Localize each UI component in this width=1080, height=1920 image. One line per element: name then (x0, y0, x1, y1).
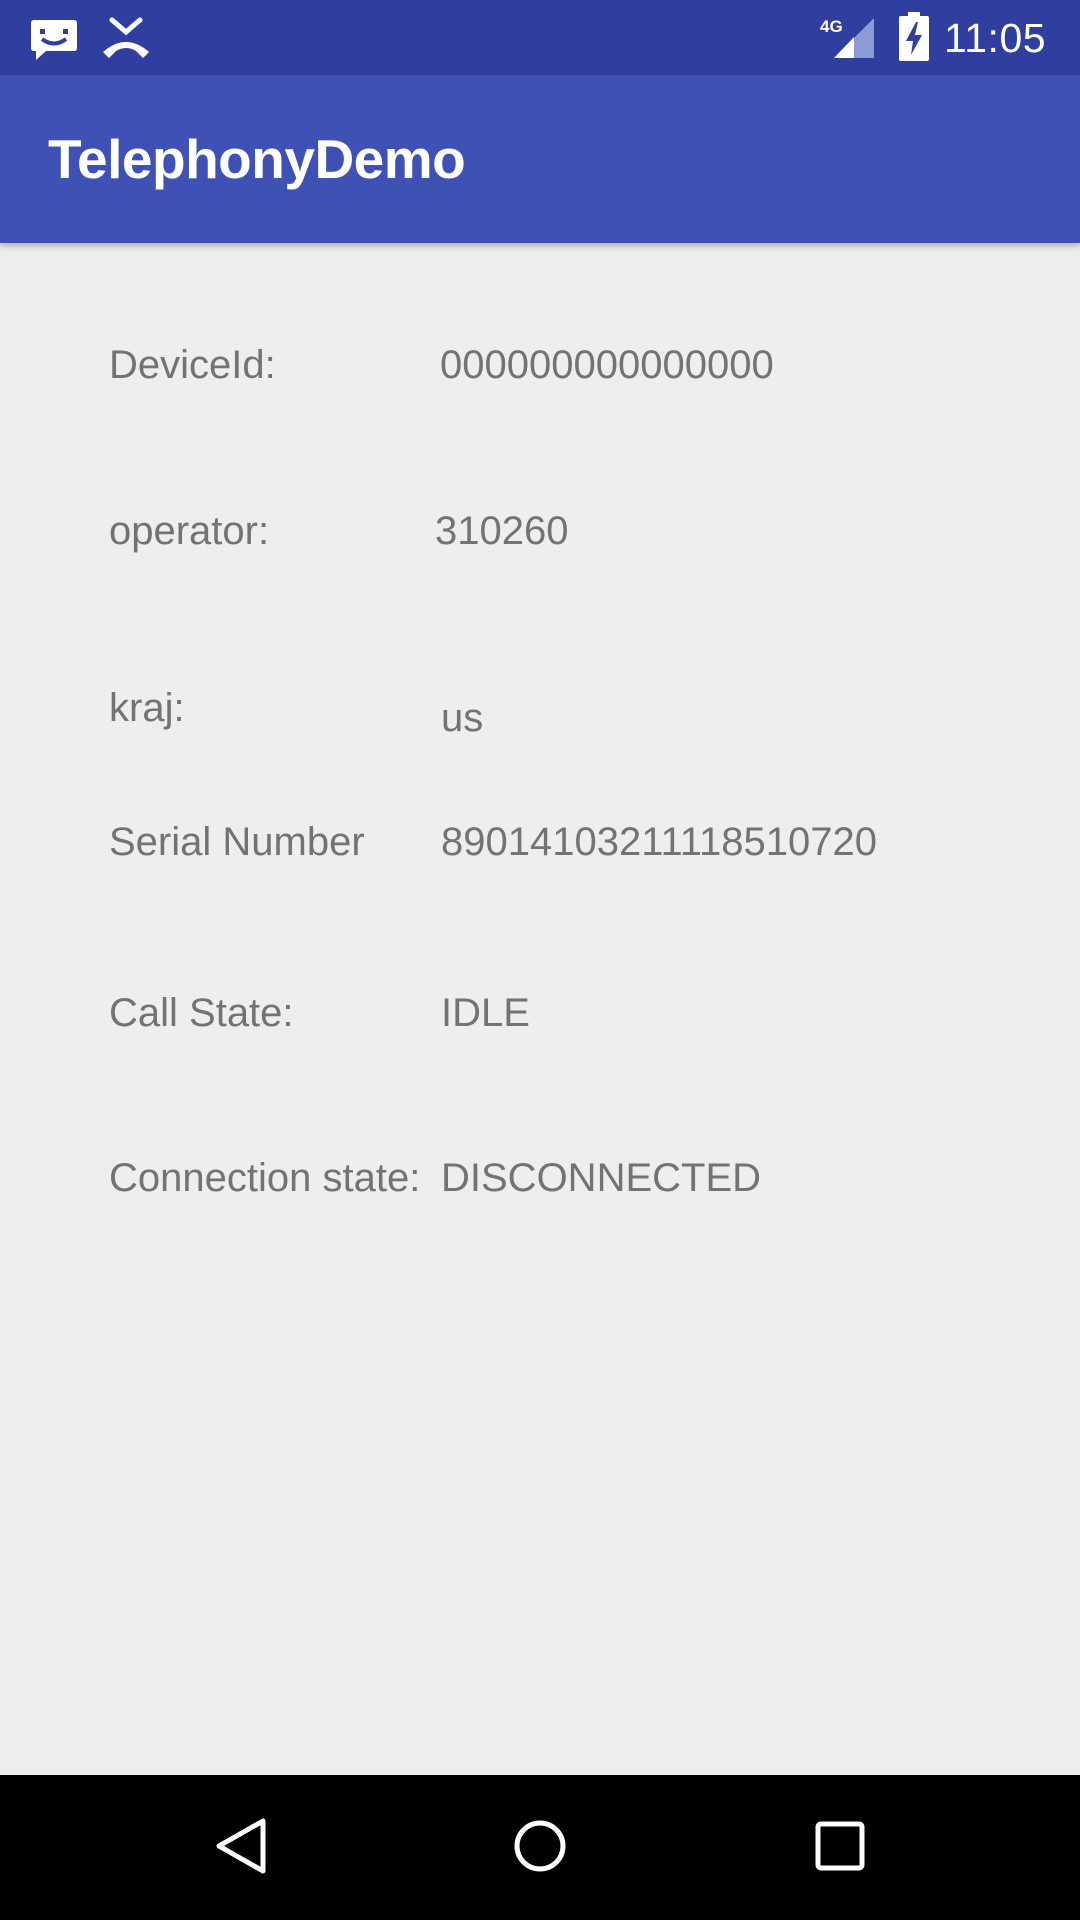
connection-state-value: DISCONNECTED (441, 1156, 762, 1200)
call-state-value: IDLE (441, 991, 530, 1035)
operator-value: 310260 (435, 509, 569, 553)
serial-number-label: Serial Number (109, 820, 365, 864)
telephony-info: DeviceId: 000000000000000 operator: 3102… (0, 243, 1080, 1775)
country-value: us (441, 696, 484, 740)
navigation-bar (0, 1775, 1080, 1920)
status-time: 11:05 (944, 15, 1047, 61)
signal-4g-icon: 4G (820, 17, 874, 58)
home-icon[interactable] (511, 1815, 569, 1877)
connection-state-label: Connection state: (109, 1156, 421, 1200)
app-title: TelephonyDemo (48, 128, 466, 190)
missed-call-icon (103, 17, 149, 58)
app-bar: TelephonyDemo (0, 75, 1080, 243)
country-label: kraj: (109, 686, 185, 730)
back-icon[interactable] (211, 1815, 269, 1877)
device-id-value: 000000000000000 (440, 343, 774, 387)
device-id-label: DeviceId: (109, 343, 276, 387)
battery-charging-icon (899, 12, 929, 61)
recents-icon[interactable] (813, 1815, 867, 1877)
status-bar: 4G 11:05 (0, 0, 1080, 75)
operator-label: operator: (109, 509, 270, 553)
serial-number-value: 89014103211118510720 (441, 820, 878, 864)
svg-text:4G: 4G (820, 17, 843, 36)
call-state-label: Call State: (109, 991, 294, 1035)
messaging-notification-icon (31, 20, 77, 60)
